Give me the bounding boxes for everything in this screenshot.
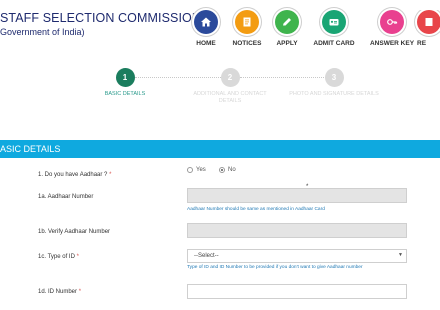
id-type-hint: Type of ID and ID Number to be provided … [187, 265, 363, 270]
step-number: 3 [324, 68, 344, 87]
verify-aadhaar-label: 1b. Verify Aadhaar Number [38, 229, 111, 235]
chevron-down-icon: ▼ [398, 252, 403, 258]
aadhaar-question-label: 1. Do you have Aadhaar ? * [38, 172, 112, 178]
result-icon [417, 10, 440, 34]
aadhaar-number-input[interactable] [187, 188, 407, 203]
apply-icon [275, 10, 299, 34]
nav-admit-card-label: ADMIT CARD [313, 40, 355, 47]
step-number: 1 [115, 68, 135, 87]
progress-steps: 1 BASIC DETAILS 2 ADDITIONAL AND CONTACT… [0, 62, 440, 112]
org-subtitle: Government of India) [0, 27, 85, 37]
id-type-selected: --Select-- [194, 253, 219, 259]
site-header: STAFF SELECTION COMMISSION Government of… [0, 0, 440, 50]
verify-aadhaar-input[interactable] [187, 223, 407, 238]
step-basic-details[interactable]: 1 BASIC DETAILS [80, 68, 170, 98]
step-photo-signature[interactable]: 3 PHOTO AND SIGNATURE DETAILS [289, 68, 379, 98]
nav-result[interactable]: RE [410, 10, 440, 47]
step-number: 2 [220, 68, 240, 87]
aadhaar-number-hint: Aadhaar Number should be same as mention… [187, 207, 325, 212]
id-type-select[interactable]: --Select-- ▼ [187, 249, 407, 263]
admit-card-icon [322, 10, 346, 34]
aadhaar-yes-radio[interactable]: Yes [187, 167, 206, 173]
step-additional-details[interactable]: 2 ADDITIONAL AND CONTACT DETAILS [185, 68, 275, 105]
nav-result-label: RE [417, 40, 427, 47]
id-type-label: 1c. Type of ID * [38, 254, 79, 260]
section-title: ASIC DETAILS [0, 144, 61, 154]
answer-key-icon [380, 10, 404, 34]
id-number-input[interactable] [187, 284, 407, 299]
radio-dot [187, 167, 193, 173]
step-label: ADDITIONAL AND CONTACT DETAILS [193, 91, 267, 104]
home-icon [194, 10, 218, 34]
nav-admit-card[interactable]: ADMIT CARD [304, 10, 364, 47]
aadhaar-number-label: 1a. Aadhaar Number [38, 194, 94, 200]
aadhaar-no-radio[interactable]: No [219, 167, 236, 173]
id-number-label: 1d. ID Number * [38, 289, 82, 295]
radio-dot-selected [219, 167, 225, 173]
notices-icon [235, 10, 259, 34]
section-header: ASIC DETAILS [0, 140, 440, 158]
step-label: BASIC DETAILS [104, 91, 146, 97]
org-title: STAFF SELECTION COMMISSION [0, 11, 201, 25]
step-label: PHOTO AND SIGNATURE DETAILS [289, 91, 379, 97]
